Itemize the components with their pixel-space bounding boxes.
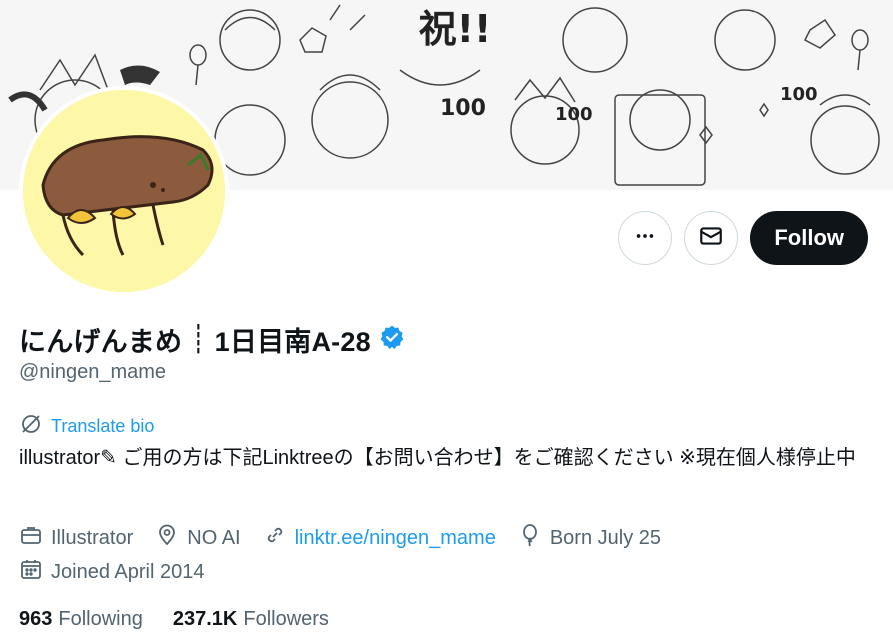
avatar-image (23, 90, 225, 292)
translate-bio-label: Translate bio (51, 416, 155, 436)
followers-label: Followers (243, 608, 329, 630)
user-handle: @ningen_mame (19, 361, 167, 383)
joined-item: Joined April 2014 (19, 557, 204, 587)
display-name-separator: ┊ (190, 324, 207, 354)
profile-meta: Illustrator NO AI linktr.ee/ningen_mame … (19, 521, 879, 589)
banner-celebration-text: 祝!! (419, 7, 492, 51)
joined-text: Joined April 2014 (51, 560, 205, 583)
followers-stat[interactable]: 237.1K Followers (173, 608, 329, 631)
following-label: Following (58, 608, 143, 630)
briefcase-icon (19, 523, 43, 553)
balloon-icon (518, 523, 542, 553)
profile-name-row: にんげんまめ ┊ 1日目南A-28 (19, 320, 405, 359)
birthday-text: Born July 25 (549, 526, 662, 549)
location-pin-icon (155, 523, 179, 553)
avatar[interactable] (19, 86, 229, 296)
location-text: NO AI (187, 526, 241, 549)
profile-stats: 963 Following 237.1K Followers (19, 608, 329, 631)
translate-icon (19, 412, 43, 441)
following-stat[interactable]: 963 Following (19, 608, 143, 631)
location-item: NO AI (155, 523, 241, 553)
followers-count: 237.1K (172, 608, 238, 630)
verified-badge-icon[interactable] (379, 324, 405, 355)
translate-bio-link[interactable]: Translate bio (19, 412, 154, 441)
banner-milestone-text: 100 (440, 96, 486, 121)
banner-milestone-text-2: 100 (555, 104, 593, 125)
follow-button[interactable]: Follow (750, 211, 868, 265)
message-button[interactable] (684, 211, 739, 265)
birthday-item: Born July 25 (518, 523, 661, 553)
display-name: にんげんまめ (19, 327, 183, 357)
website-item[interactable]: linktr.ee/ningen_mame (263, 523, 496, 553)
more-horizontal-icon (634, 225, 656, 252)
more-button[interactable] (618, 211, 673, 265)
display-name-suffix: 1日目南A-28 (214, 327, 371, 357)
banner-milestone-text-3: 100 (780, 84, 818, 105)
profession-item: Illustrator (19, 523, 133, 553)
link-icon (263, 523, 287, 553)
website-link[interactable]: linktr.ee/ningen_mame (295, 527, 496, 550)
profile-bio: illustrator✎ ご用の方は下記Linktreeの【お問い合わせ】をご確… (19, 447, 856, 469)
following-count: 963 (19, 608, 53, 630)
calendar-icon (19, 557, 43, 587)
mail-icon (698, 223, 724, 254)
profession-text: Illustrator (51, 526, 134, 549)
profile-actions: Follow (618, 211, 868, 265)
